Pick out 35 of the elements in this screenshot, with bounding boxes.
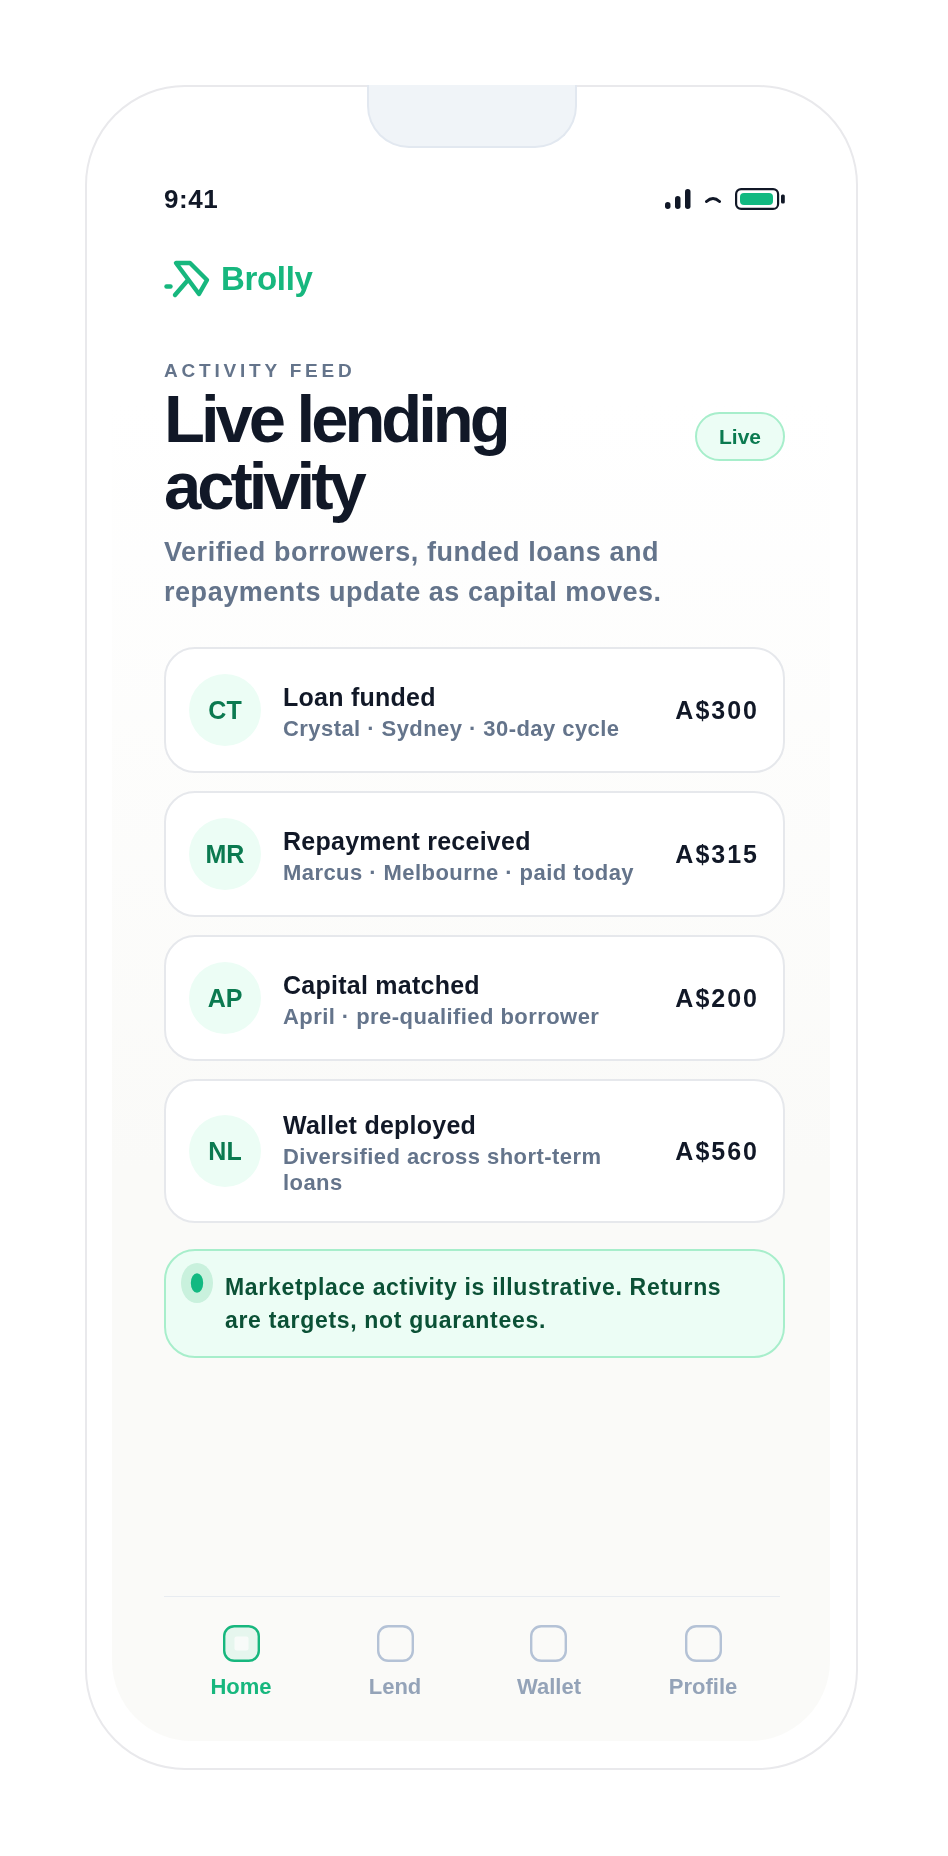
- nav-tab[interactable]: Profile: [668, 1625, 738, 1700]
- activity-amount: A$300: [674, 695, 759, 725]
- activity-title: Loan funded: [283, 682, 437, 712]
- brand-name: Brolly: [221, 259, 313, 299]
- initials-avatar: MR: [189, 818, 261, 890]
- section-eyebrow: ACTIVITY FEED: [164, 360, 357, 382]
- activity-meta: Diversified across short-term loans: [283, 1144, 603, 1196]
- rounded-square-icon: [684, 1625, 722, 1662]
- live-badge: Live: [695, 412, 785, 461]
- initials-avatar: CT: [189, 674, 261, 746]
- status-dot-icon: [181, 1263, 213, 1303]
- nav-tab[interactable]: Wallet: [517, 1625, 581, 1700]
- activity-meta: April · pre-qualified borrower: [283, 1004, 601, 1030]
- status-time: 9:41: [164, 184, 219, 214]
- activity-title: Capital matched: [283, 970, 481, 1000]
- initials-avatar: AP: [189, 962, 261, 1034]
- nav-tab[interactable]: Lend: [368, 1625, 422, 1700]
- activity-amount: A$200: [674, 983, 759, 1013]
- activity-title: Wallet deployed: [283, 1110, 478, 1140]
- rounded-square-icon: [222, 1625, 260, 1662]
- activity-meta: Marcus · Melbourne · paid today: [283, 860, 635, 886]
- signal-icon: [665, 189, 691, 209]
- activity-amount: A$315: [674, 839, 759, 869]
- initials-avatar: NL: [189, 1115, 261, 1187]
- wifi-icon: [705, 195, 721, 203]
- battery-icon: [735, 188, 785, 210]
- notice-text: Marketplace activity is illustrative. Returns are targets, not guarantees.: [225, 1273, 723, 1335]
- activity-title: Repayment received: [283, 826, 532, 856]
- activity-amount: A$560: [674, 1136, 759, 1166]
- rounded-square-icon: [376, 1625, 414, 1662]
- nav-tab[interactable]: Home: [210, 1625, 272, 1700]
- activity-meta: Crystal · Sydney · 30-day cycle: [283, 716, 621, 742]
- logo-icon: [164, 259, 210, 299]
- rounded-square-icon: [530, 1625, 568, 1662]
- page-subtitle: Verified borrowers, funded loans and repayments update as capital moves.: [164, 536, 663, 609]
